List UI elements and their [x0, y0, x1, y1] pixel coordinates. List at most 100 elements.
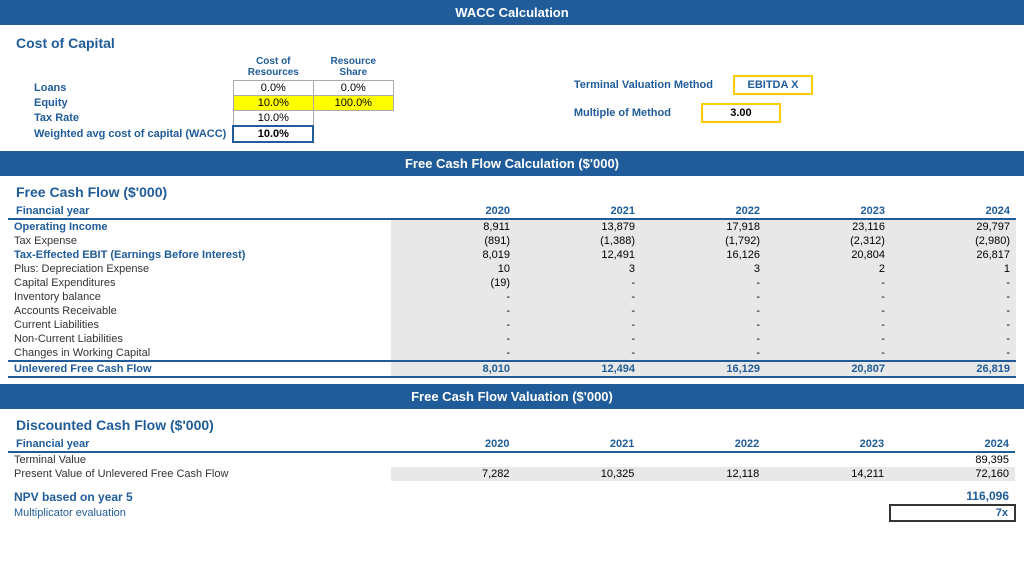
- loans-cost[interactable]: 0.0%: [233, 81, 313, 96]
- tv-2020: [391, 452, 516, 467]
- fcf-header: Free Cash Flow Calculation ($'000): [0, 151, 1024, 176]
- wc-2023: -: [766, 346, 891, 361]
- loans-share[interactable]: 0.0%: [313, 81, 393, 96]
- cl-2020: -: [391, 318, 516, 332]
- wc-label: Changes in Working Capital: [8, 346, 391, 361]
- fcf-year-2023: 2023: [766, 204, 891, 219]
- dcf-year-2023: 2023: [765, 437, 890, 452]
- tv-2024: 89,395: [890, 452, 1015, 467]
- loans-label: Loans: [28, 81, 233, 96]
- npv-2021: [516, 488, 641, 505]
- multiplicator-value: 7x: [890, 505, 1015, 521]
- pv-2022: 12,118: [640, 467, 765, 481]
- npv-value: 116,096: [890, 488, 1015, 505]
- ar-2022: -: [641, 304, 766, 318]
- oi-2020: 8,911: [391, 219, 516, 234]
- tax-rate-value[interactable]: 10.0%: [233, 111, 313, 127]
- npv-2023: [765, 488, 890, 505]
- equity-label: Equity: [28, 96, 233, 111]
- equity-share[interactable]: 100.0%: [313, 96, 393, 111]
- ncl-2020: -: [391, 332, 516, 346]
- wc-2021: -: [516, 346, 641, 361]
- dep-2022: 3: [641, 262, 766, 276]
- ebit-2024: 26,817: [891, 248, 1016, 262]
- inv-2021: -: [516, 290, 641, 304]
- fcf-year-2022: 2022: [641, 204, 766, 219]
- wacc-value[interactable]: 10.0%: [233, 126, 313, 142]
- ebit-2020: 8,019: [391, 248, 516, 262]
- npv-label: NPV based on year 5: [8, 488, 391, 505]
- capex-2024: -: [891, 276, 1016, 290]
- operating-income-label: Operating Income: [8, 219, 391, 234]
- col2-header-line2: Share: [339, 67, 367, 78]
- terminal-valuation-value[interactable]: EBITDA X: [733, 75, 813, 95]
- ncl-2023: -: [766, 332, 891, 346]
- pv-2024: 72,160: [890, 467, 1015, 481]
- terminal-value-label: Terminal Value: [8, 452, 391, 467]
- ncl-2021: -: [516, 332, 641, 346]
- fcf-title: Free Cash Flow ($'000): [8, 178, 1016, 204]
- ncl-label: Non-Current Liabilities: [8, 332, 391, 346]
- ufcf-label: Unlevered Free Cash Flow: [8, 361, 391, 377]
- ar-label: Accounts Receivable: [8, 304, 391, 318]
- ebit-label: Tax-Effected EBIT (Earnings Before Inter…: [8, 248, 391, 262]
- inv-2020: -: [391, 290, 516, 304]
- ufcf-2020: 8,010: [391, 361, 516, 377]
- npv-2020: [391, 488, 516, 505]
- ufcf-2024: 26,819: [891, 361, 1016, 377]
- ufcf-2021: 12,494: [516, 361, 641, 377]
- inv-2024: -: [891, 290, 1016, 304]
- inv-2022: -: [641, 290, 766, 304]
- inv-2023: -: [766, 290, 891, 304]
- multiple-of-method-label: Multiple of Method: [574, 107, 671, 119]
- cl-2024: -: [891, 318, 1016, 332]
- dcf-year-col-header: Financial year: [8, 437, 391, 452]
- dcf-year-2021: 2021: [516, 437, 641, 452]
- wc-2024: -: [891, 346, 1016, 361]
- dep-2023: 2: [766, 262, 891, 276]
- inventory-label: Inventory balance: [8, 290, 391, 304]
- ebit-2023: 20,804: [766, 248, 891, 262]
- wacc-label: Weighted avg cost of capital (WACC): [28, 126, 233, 142]
- ncl-2024: -: [891, 332, 1016, 346]
- col1-header-line2: Resources: [248, 67, 299, 78]
- oi-2023: 23,116: [766, 219, 891, 234]
- te-2024: (2,980): [891, 234, 1016, 248]
- cl-2023: -: [766, 318, 891, 332]
- dep-2021: 3: [516, 262, 641, 276]
- te-2021: (1,388): [516, 234, 641, 248]
- capex-2020: (19): [391, 276, 516, 290]
- capex-label: Capital Expenditures: [8, 276, 391, 290]
- npv-2022: [640, 488, 765, 505]
- te-2020: (891): [391, 234, 516, 248]
- equity-cost[interactable]: 10.0%: [233, 96, 313, 111]
- dcf-header: Free Cash Flow Valuation ($'000): [0, 384, 1024, 409]
- ufcf-2022: 16,129: [641, 361, 766, 377]
- dep-2020: 10: [391, 262, 516, 276]
- col1-header-line1: Cost of: [256, 56, 290, 67]
- fcf-year-2021: 2021: [516, 204, 641, 219]
- dcf-title: Discounted Cash Flow ($'000): [8, 411, 1016, 437]
- fcf-year-col-header: Financial year: [8, 204, 391, 219]
- dep-2024: 1: [891, 262, 1016, 276]
- capex-2023: -: [766, 276, 891, 290]
- capex-2021: -: [516, 276, 641, 290]
- cl-2021: -: [516, 318, 641, 332]
- col2-header-line1: Resource: [331, 56, 377, 67]
- dcf-year-2024: 2024: [890, 437, 1015, 452]
- tax-expense-label: Tax Expense: [8, 234, 391, 248]
- oi-2021: 13,879: [516, 219, 641, 234]
- fcf-year-2024: 2024: [891, 204, 1016, 219]
- ebit-2021: 12,491: [516, 248, 641, 262]
- multiple-of-method-value[interactable]: 3.00: [701, 103, 781, 123]
- te-2023: (2,312): [766, 234, 891, 248]
- ar-2020: -: [391, 304, 516, 318]
- ncl-2022: -: [641, 332, 766, 346]
- te-2022: (1,792): [641, 234, 766, 248]
- tv-2023: [765, 452, 890, 467]
- ar-2021: -: [516, 304, 641, 318]
- pv-2020: 7,282: [391, 467, 516, 481]
- ar-2023: -: [766, 304, 891, 318]
- ebit-2022: 16,126: [641, 248, 766, 262]
- terminal-valuation-label: Terminal Valuation Method: [574, 79, 713, 91]
